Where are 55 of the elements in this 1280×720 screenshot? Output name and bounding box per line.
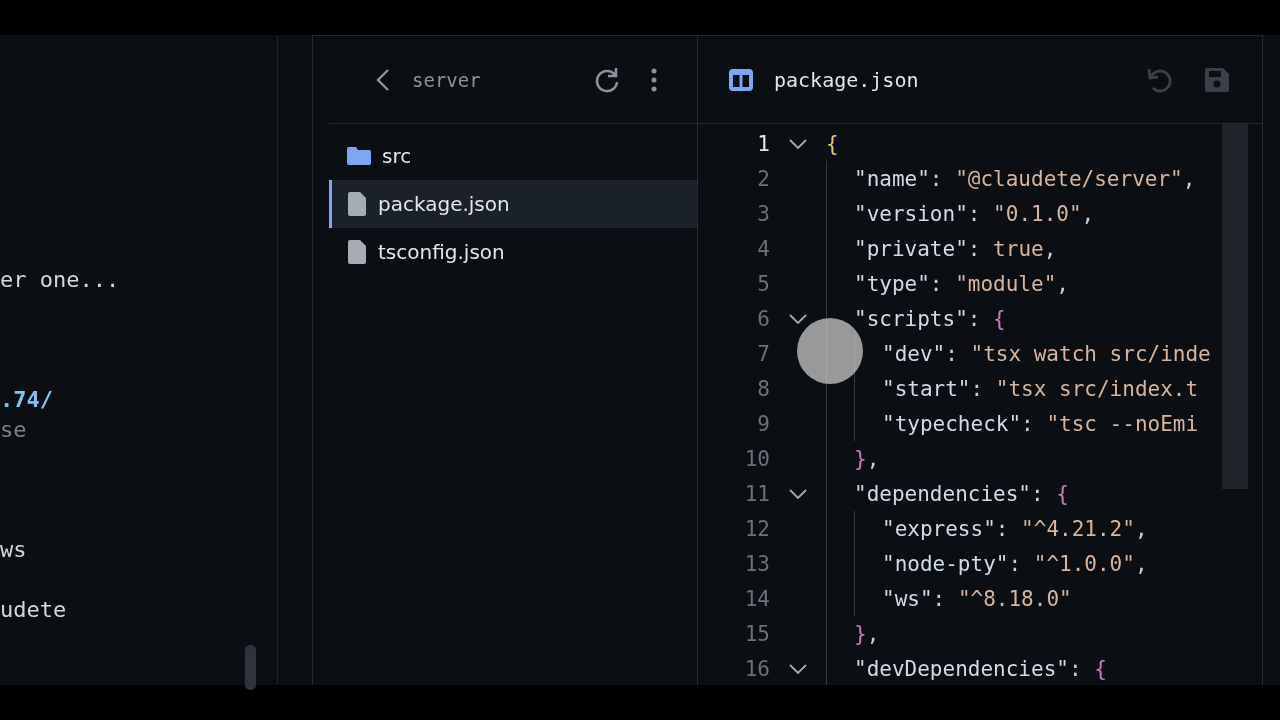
line-number: 12 <box>743 516 770 541</box>
code-line: "start": "tsx src/index.t <box>882 376 1199 401</box>
code-line: "private": true, <box>854 236 1057 261</box>
folder-icon <box>346 146 372 166</box>
file-item[interactable]: package.json <box>329 180 697 228</box>
code-line: }, <box>854 446 880 471</box>
line-number: 11 <box>743 481 770 506</box>
file-item[interactable]: src <box>329 132 697 180</box>
chevron-icon[interactable] <box>788 662 808 675</box>
terminal-text: se <box>0 417 27 442</box>
code-line: { <box>826 131 839 156</box>
line-number: 10 <box>743 446 770 471</box>
code-line: "name": "@claudete/server", <box>854 166 1196 191</box>
code-line: "express": "^4.21.2", <box>882 516 1148 541</box>
code-line: "ws": "^8.18.0" <box>882 586 1072 611</box>
refresh-icon[interactable] <box>593 65 621 94</box>
file-item[interactable]: tsconfig.json <box>329 228 697 276</box>
more-icon[interactable] <box>651 67 657 92</box>
back-icon[interactable] <box>376 67 390 92</box>
chevron-icon[interactable] <box>788 487 808 500</box>
code-line: "version": "0.1.0", <box>854 201 1095 226</box>
line-number: 16 <box>743 656 770 681</box>
line-number: 7 <box>756 341 770 366</box>
terminal-text: .74/ <box>0 387 53 412</box>
file-title: package.json <box>774 67 920 92</box>
line-number: 15 <box>743 621 770 646</box>
file-icon <box>346 239 368 265</box>
code-line: "typecheck": "tsc --noEmi <box>882 411 1199 436</box>
code-line: "devDependencies": { <box>854 656 1107 681</box>
line-number: 3 <box>756 201 770 226</box>
code-line: "node-pty": "^1.0.0", <box>882 551 1148 576</box>
chevron-icon[interactable] <box>788 137 808 150</box>
terminal-text: ws <box>0 537 27 562</box>
code-line: "scripts": { <box>854 306 1006 331</box>
code-line: }, <box>854 621 880 646</box>
line-number: 2 <box>756 166 770 191</box>
line-number: 1 <box>756 131 770 156</box>
line-number: 4 <box>756 236 770 261</box>
code-line: "dev": "tsx watch src/inde <box>882 341 1211 366</box>
line-number: 13 <box>743 551 770 576</box>
columns-icon[interactable] <box>728 67 754 92</box>
line-number: 14 <box>743 586 770 611</box>
scrollbar-thumb[interactable] <box>1222 124 1248 489</box>
file-icon <box>346 191 368 217</box>
line-number: 9 <box>756 411 770 436</box>
terminal-text: udete <box>0 597 67 622</box>
code-line: "dependencies": { <box>854 481 1069 506</box>
line-number: 8 <box>756 376 770 401</box>
line-number: 5 <box>756 271 770 296</box>
code-line: "type": "module", <box>854 271 1069 296</box>
folder-name: server <box>412 68 482 91</box>
scrollbar-thumb[interactable] <box>245 645 256 690</box>
line-number: 6 <box>756 306 770 331</box>
chevron-icon[interactable] <box>788 312 808 325</box>
terminal-text: er one... <box>0 267 120 292</box>
